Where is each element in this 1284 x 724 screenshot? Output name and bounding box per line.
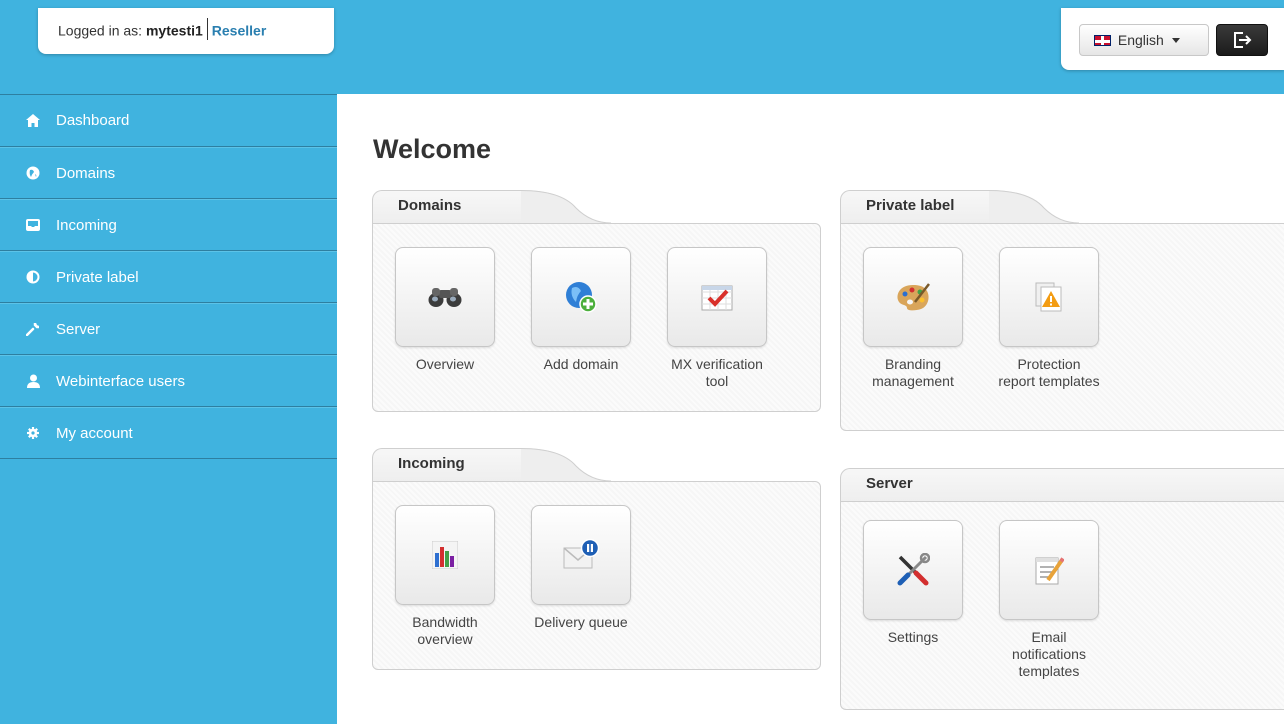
wrench-icon (26, 322, 40, 336)
settings-tile[interactable]: Settings (854, 520, 972, 646)
notepad-icon (1035, 557, 1064, 585)
warning-document-icon (1035, 282, 1062, 312)
domains-panel-body: Overview Add domain MX verification tool (372, 223, 821, 412)
tile-label: Email notifications templates (1012, 629, 1086, 679)
inbox-icon (26, 218, 40, 232)
incoming-panel-title: Incoming (372, 448, 522, 482)
main-content: Welcome Domains Overview Add domain MX v… (337, 94, 1284, 724)
add-domain-button[interactable] (531, 247, 631, 347)
sidebar-item-label: Incoming (56, 216, 117, 234)
tile-label: Protection report templates (998, 356, 1100, 389)
sidebar-item-my-account[interactable]: My account (0, 407, 337, 459)
tile-label: Settings (887, 629, 939, 645)
bandwidth-overview-button[interactable] (395, 505, 495, 605)
server-panel: Server Settings Email notifications temp… (840, 468, 1284, 710)
branding-management-button[interactable] (863, 247, 963, 347)
protection-report-templates-button[interactable] (999, 247, 1099, 347)
tools-icon (897, 553, 930, 586)
sidebar-item-dashboard[interactable]: Dashboard (0, 94, 337, 147)
contrast-icon (26, 270, 40, 284)
cog-icon (26, 426, 40, 440)
email-notifications-templates-button[interactable] (999, 520, 1099, 620)
sidebar-item-label: Webinterface users (56, 372, 185, 390)
sidebar-item-label: Domains (56, 164, 116, 182)
delivery-queue-tile[interactable]: Delivery queue (522, 505, 640, 631)
sidebar-item-label: Private label (56, 268, 139, 286)
sidebar: Dashboard Domains Incoming Private label… (0, 94, 337, 724)
private-label-panel: Private label Branding management Protec… (840, 190, 1284, 431)
bar-chart-icon (432, 541, 458, 569)
user-icon (26, 374, 40, 388)
separator (206, 18, 208, 40)
branding-management-tile[interactable]: Branding management (854, 247, 972, 390)
username: mytesti1 (145, 22, 203, 39)
domains-panel-title: Domains (372, 190, 522, 224)
tile-label: Overview (415, 356, 475, 372)
caret-down-icon (1171, 38, 1180, 43)
sidebar-item-label: Server (56, 320, 101, 338)
incoming-panel-body: Bandwidth overview Delivery queue (372, 481, 821, 670)
protection-report-templates-tile[interactable]: Protection report templates (990, 247, 1108, 390)
logout-icon (1234, 32, 1252, 48)
incoming-panel: Incoming Bandwidth overview Delivery que… (372, 448, 821, 670)
tab-curve (989, 190, 1079, 224)
sidebar-item-domains[interactable]: Domains (0, 147, 337, 199)
role-link[interactable]: Reseller (212, 23, 266, 39)
tile-label: Bandwidth overview (412, 614, 478, 647)
tab-curve (521, 448, 611, 482)
tile-label: Add domain (543, 356, 619, 372)
logged-in-label: Logged in as: (58, 22, 143, 39)
mx-verification-button[interactable] (667, 247, 767, 347)
sidebar-item-webinterface-users[interactable]: Webinterface users (0, 355, 337, 407)
add-globe-icon (566, 282, 597, 313)
sidebar-item-incoming[interactable]: Incoming (0, 199, 337, 251)
binoculars-icon (428, 288, 462, 307)
header-controls: English (1061, 8, 1284, 70)
login-info: Logged in as: mytesti1 Reseller (38, 8, 334, 54)
private-label-panel-title: Private label (840, 190, 990, 224)
settings-button[interactable] (863, 520, 963, 620)
tile-label: MX verification tool (671, 356, 763, 389)
sidebar-item-private-label[interactable]: Private label (0, 251, 337, 303)
palette-icon (897, 283, 930, 311)
language-dropdown[interactable]: English (1079, 24, 1209, 56)
mail-pause-icon (563, 538, 600, 569)
bandwidth-overview-tile[interactable]: Bandwidth overview (386, 505, 504, 648)
add-domain-tile[interactable]: Add domain (522, 247, 640, 373)
delivery-queue-button[interactable] (531, 505, 631, 605)
checklist-icon (701, 285, 733, 311)
top-header: Logged in as: mytesti1 Reseller English (0, 0, 1284, 94)
tile-label: Branding management (872, 356, 954, 389)
private-label-panel-body: Branding management Protection report te… (840, 223, 1284, 431)
overview-button[interactable] (395, 247, 495, 347)
email-notifications-templates-tile[interactable]: Email notifications templates (990, 520, 1108, 680)
tile-label: Delivery queue (534, 614, 628, 630)
uk-flag-icon (1094, 35, 1111, 46)
sidebar-item-label: My account (56, 424, 133, 442)
logout-button[interactable] (1216, 24, 1268, 56)
home-icon (26, 114, 40, 128)
page-title: Welcome (373, 134, 492, 164)
mx-verification-tile[interactable]: MX verification tool (658, 247, 776, 390)
domains-panel: Domains Overview Add domain MX verificat… (372, 190, 821, 412)
sidebar-item-label: Dashboard (56, 112, 130, 129)
globe-icon (26, 166, 40, 180)
overview-tile[interactable]: Overview (386, 247, 504, 373)
sidebar-item-server[interactable]: Server (0, 303, 337, 355)
language-label: English (1117, 32, 1164, 48)
server-panel-title: Server (840, 468, 1284, 502)
server-panel-body: Settings Email notifications templates (840, 501, 1284, 710)
tab-curve (521, 190, 611, 224)
